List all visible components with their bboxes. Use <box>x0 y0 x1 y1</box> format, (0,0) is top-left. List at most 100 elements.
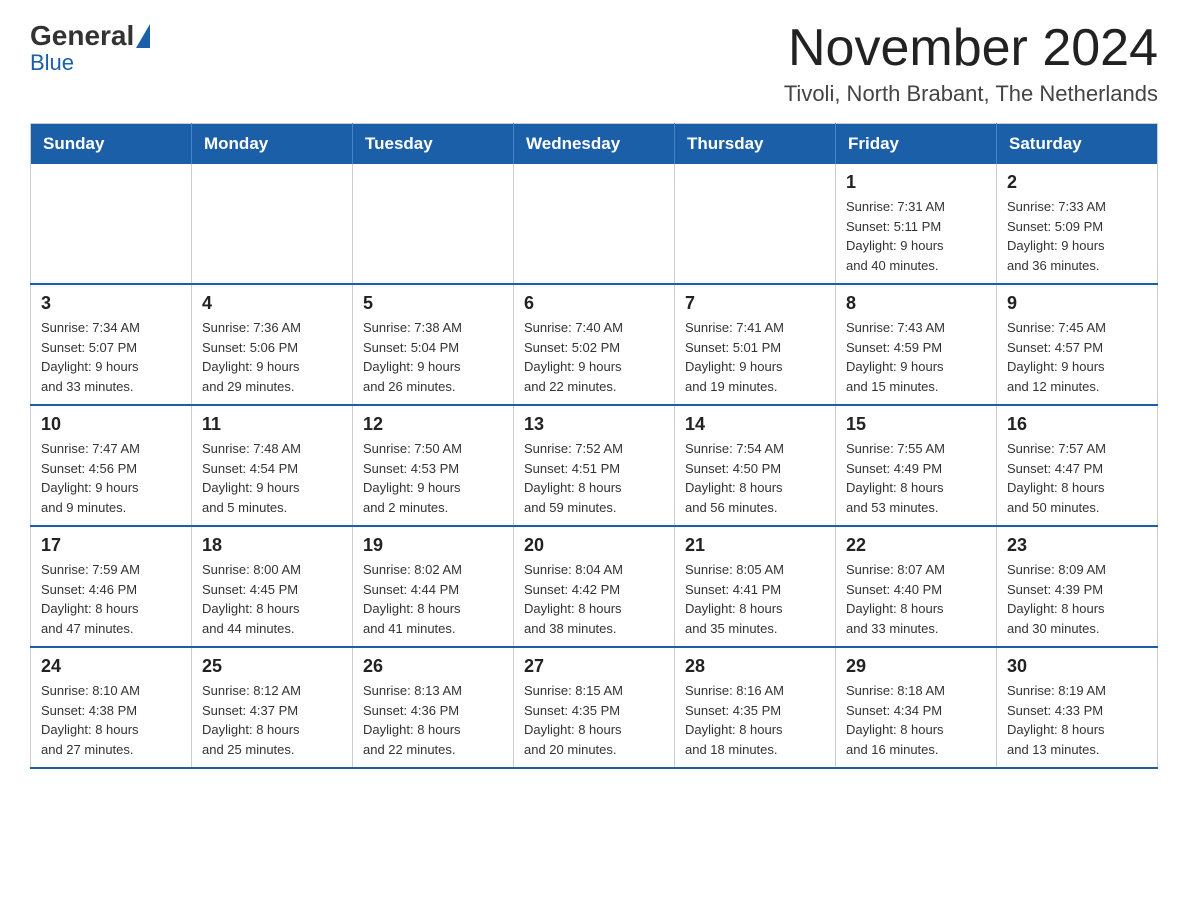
day-number: 20 <box>524 535 664 556</box>
day-number: 16 <box>1007 414 1147 435</box>
calendar-cell: 4Sunrise: 7:36 AM Sunset: 5:06 PM Daylig… <box>192 284 353 405</box>
day-number: 11 <box>202 414 342 435</box>
logo-general-text: General <box>30 20 134 52</box>
day-info: Sunrise: 7:43 AM Sunset: 4:59 PM Dayligh… <box>846 318 986 396</box>
calendar-cell: 9Sunrise: 7:45 AM Sunset: 4:57 PM Daylig… <box>997 284 1158 405</box>
day-number: 8 <box>846 293 986 314</box>
calendar-cell: 19Sunrise: 8:02 AM Sunset: 4:44 PM Dayli… <box>353 526 514 647</box>
day-info: Sunrise: 7:48 AM Sunset: 4:54 PM Dayligh… <box>202 439 342 517</box>
calendar-cell: 5Sunrise: 7:38 AM Sunset: 5:04 PM Daylig… <box>353 284 514 405</box>
day-info: Sunrise: 8:18 AM Sunset: 4:34 PM Dayligh… <box>846 681 986 759</box>
day-number: 30 <box>1007 656 1147 677</box>
calendar-body: 1Sunrise: 7:31 AM Sunset: 5:11 PM Daylig… <box>31 164 1158 768</box>
day-info: Sunrise: 7:57 AM Sunset: 4:47 PM Dayligh… <box>1007 439 1147 517</box>
calendar-cell: 6Sunrise: 7:40 AM Sunset: 5:02 PM Daylig… <box>514 284 675 405</box>
location-subtitle: Tivoli, North Brabant, The Netherlands <box>784 81 1158 107</box>
day-number: 18 <box>202 535 342 556</box>
day-info: Sunrise: 7:33 AM Sunset: 5:09 PM Dayligh… <box>1007 197 1147 275</box>
day-info: Sunrise: 7:59 AM Sunset: 4:46 PM Dayligh… <box>41 560 181 638</box>
calendar-cell: 11 Sunrise: 7:48 AM Sunset: 4:54 PM Dayli… <box>192 405 353 526</box>
calendar-week-row: 1Sunrise: 7:31 AM Sunset: 5:11 PM Daylig… <box>31 164 1158 284</box>
day-info: Sunrise: 8:16 AM Sunset: 4:35 PM Dayligh… <box>685 681 825 759</box>
day-number: 26 <box>363 656 503 677</box>
day-info: Sunrise: 8:19 AM Sunset: 4:33 PM Dayligh… <box>1007 681 1147 759</box>
logo-triangle-icon <box>136 24 150 48</box>
weekday-header-wednesday: Wednesday <box>514 124 675 165</box>
day-info: Sunrise: 7:50 AM Sunset: 4:53 PM Dayligh… <box>363 439 503 517</box>
weekday-header-thursday: Thursday <box>675 124 836 165</box>
calendar-cell <box>675 164 836 284</box>
calendar-cell: 2 Sunrise: 7:33 AM Sunset: 5:09 PM Daylig… <box>997 164 1158 284</box>
calendar-cell: 16 Sunrise: 7:57 AM Sunset: 4:47 PM Dayli… <box>997 405 1158 526</box>
day-number: 17 <box>41 535 181 556</box>
day-info: Sunrise: 8:09 AM Sunset: 4:39 PM Dayligh… <box>1007 560 1147 638</box>
calendar-cell: 30 Sunrise: 8:19 AM Sunset: 4:33 PM Dayli… <box>997 647 1158 768</box>
day-number: 13 <box>524 414 664 435</box>
day-number: 10 <box>41 414 181 435</box>
day-number: 24 <box>41 656 181 677</box>
day-number: 9 <box>1007 293 1147 314</box>
calendar-cell: 18Sunrise: 8:00 AM Sunset: 4:45 PM Dayli… <box>192 526 353 647</box>
day-info: Sunrise: 7:47 AM Sunset: 4:56 PM Dayligh… <box>41 439 181 517</box>
logo-blue-text: Blue <box>30 50 74 76</box>
day-number: 1 <box>846 172 986 193</box>
day-info: Sunrise: 8:13 AM Sunset: 4:36 PM Dayligh… <box>363 681 503 759</box>
day-info: Sunrise: 7:34 AM Sunset: 5:07 PM Dayligh… <box>41 318 181 396</box>
weekday-header-monday: Monday <box>192 124 353 165</box>
calendar-cell: 23 Sunrise: 8:09 AM Sunset: 4:39 PM Dayli… <box>997 526 1158 647</box>
calendar-cell: 21 Sunrise: 8:05 AM Sunset: 4:41 PM Dayli… <box>675 526 836 647</box>
day-number: 2 <box>1007 172 1147 193</box>
calendar-cell: 12 Sunrise: 7:50 AM Sunset: 4:53 PM Dayli… <box>353 405 514 526</box>
calendar-cell <box>31 164 192 284</box>
day-info: Sunrise: 7:54 AM Sunset: 4:50 PM Dayligh… <box>685 439 825 517</box>
day-info: Sunrise: 8:05 AM Sunset: 4:41 PM Dayligh… <box>685 560 825 638</box>
day-info: Sunrise: 7:40 AM Sunset: 5:02 PM Dayligh… <box>524 318 664 396</box>
day-number: 22 <box>846 535 986 556</box>
day-number: 3 <box>41 293 181 314</box>
day-info: Sunrise: 8:10 AM Sunset: 4:38 PM Dayligh… <box>41 681 181 759</box>
month-title: November 2024 <box>784 20 1158 77</box>
calendar-cell: 14Sunrise: 7:54 AM Sunset: 4:50 PM Dayli… <box>675 405 836 526</box>
day-info: Sunrise: 7:55 AM Sunset: 4:49 PM Dayligh… <box>846 439 986 517</box>
day-number: 28 <box>685 656 825 677</box>
calendar-cell <box>514 164 675 284</box>
day-number: 29 <box>846 656 986 677</box>
calendar-cell <box>353 164 514 284</box>
day-info: Sunrise: 7:52 AM Sunset: 4:51 PM Dayligh… <box>524 439 664 517</box>
calendar-cell: 8 Sunrise: 7:43 AM Sunset: 4:59 PM Daylig… <box>836 284 997 405</box>
day-info: Sunrise: 7:36 AM Sunset: 5:06 PM Dayligh… <box>202 318 342 396</box>
day-info: Sunrise: 7:41 AM Sunset: 5:01 PM Dayligh… <box>685 318 825 396</box>
weekday-header-friday: Friday <box>836 124 997 165</box>
day-number: 21 <box>685 535 825 556</box>
weekday-header-tuesday: Tuesday <box>353 124 514 165</box>
day-number: 12 <box>363 414 503 435</box>
calendar-cell: 24 Sunrise: 8:10 AM Sunset: 4:38 PM Dayli… <box>31 647 192 768</box>
calendar-cell: 28 Sunrise: 8:16 AM Sunset: 4:35 PM Dayli… <box>675 647 836 768</box>
weekday-header-row: SundayMondayTuesdayWednesdayThursdayFrid… <box>31 124 1158 165</box>
calendar-cell: 13 Sunrise: 7:52 AM Sunset: 4:51 PM Dayli… <box>514 405 675 526</box>
page-header: General Blue November 2024 Tivoli, North… <box>30 20 1158 107</box>
calendar-week-row: 10 Sunrise: 7:47 AM Sunset: 4:56 PM Dayli… <box>31 405 1158 526</box>
calendar-cell: 1Sunrise: 7:31 AM Sunset: 5:11 PM Daylig… <box>836 164 997 284</box>
calendar-header: SundayMondayTuesdayWednesdayThursdayFrid… <box>31 124 1158 165</box>
day-number: 23 <box>1007 535 1147 556</box>
calendar-cell: 26 Sunrise: 8:13 AM Sunset: 4:36 PM Dayli… <box>353 647 514 768</box>
day-info: Sunrise: 8:07 AM Sunset: 4:40 PM Dayligh… <box>846 560 986 638</box>
day-number: 19 <box>363 535 503 556</box>
calendar-cell: 20 Sunrise: 8:04 AM Sunset: 4:42 PM Dayli… <box>514 526 675 647</box>
calendar-cell: 22 Sunrise: 8:07 AM Sunset: 4:40 PM Dayli… <box>836 526 997 647</box>
calendar-week-row: 24 Sunrise: 8:10 AM Sunset: 4:38 PM Dayli… <box>31 647 1158 768</box>
calendar-cell: 25Sunrise: 8:12 AM Sunset: 4:37 PM Dayli… <box>192 647 353 768</box>
calendar-cell: 27Sunrise: 8:15 AM Sunset: 4:35 PM Dayli… <box>514 647 675 768</box>
calendar-cell <box>192 164 353 284</box>
calendar-week-row: 17 Sunrise: 7:59 AM Sunset: 4:46 PM Dayli… <box>31 526 1158 647</box>
day-info: Sunrise: 8:04 AM Sunset: 4:42 PM Dayligh… <box>524 560 664 638</box>
day-number: 25 <box>202 656 342 677</box>
title-area: November 2024 Tivoli, North Brabant, The… <box>784 20 1158 107</box>
calendar-table: SundayMondayTuesdayWednesdayThursdayFrid… <box>30 123 1158 769</box>
day-number: 5 <box>363 293 503 314</box>
calendar-week-row: 3 Sunrise: 7:34 AM Sunset: 5:07 PM Daylig… <box>31 284 1158 405</box>
calendar-cell: 15 Sunrise: 7:55 AM Sunset: 4:49 PM Dayli… <box>836 405 997 526</box>
logo: General Blue <box>30 20 152 76</box>
day-number: 15 <box>846 414 986 435</box>
